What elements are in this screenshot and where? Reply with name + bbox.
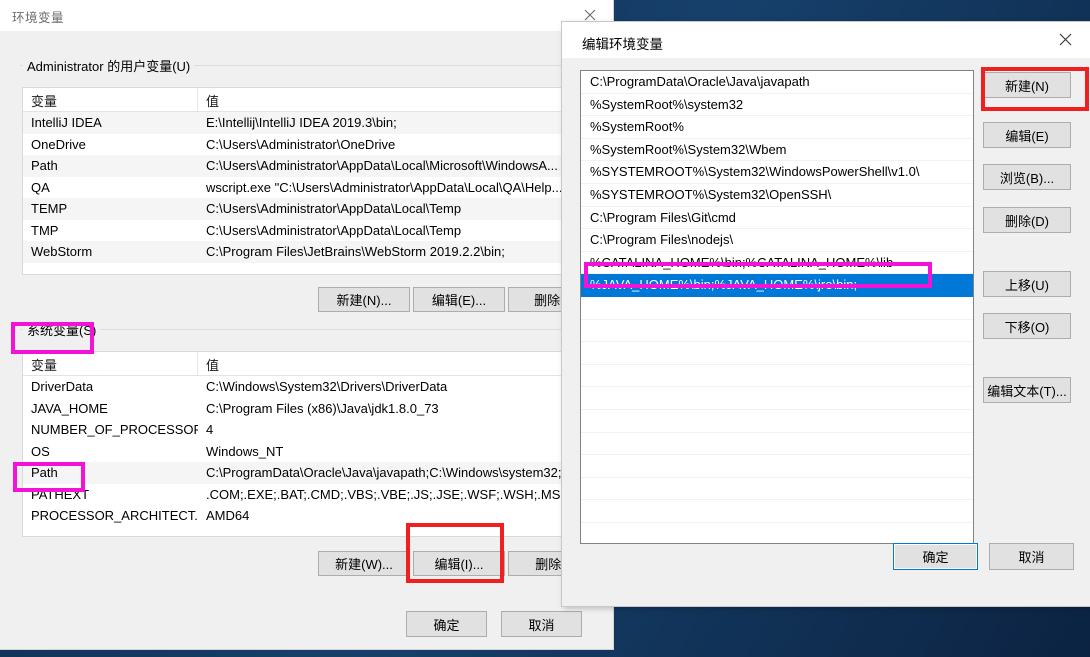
edit-ok-button[interactable]: 确定 — [893, 543, 978, 570]
variable-value-cell: C:\Program Files (x86)\Java\jdk1.8.0_73 — [206, 400, 439, 416]
variable-name-cell: PATHEXT — [31, 486, 90, 502]
list-item-empty[interactable] — [581, 433, 973, 456]
list-item-empty[interactable] — [581, 478, 973, 501]
edit-environment-variable-dialog: 编辑环境变量 C:\ProgramData\Oracle\Java\javapa… — [562, 22, 1090, 606]
user-table-header: 变量 值 — [23, 88, 579, 112]
variable-name-cell: OS — [31, 443, 50, 459]
variable-value-cell: C:\Users\Administrator\OneDrive — [206, 136, 396, 152]
variable-value-cell: .COM;.EXE;.BAT;.CMD;.VBS;.VBE;.JS;.JSE;.… — [206, 486, 570, 502]
list-item[interactable]: %SYSTEMROOT%\System32\WindowsPowerShell\… — [581, 161, 973, 184]
entry-edit-text-button[interactable]: 编辑文本(T)... — [983, 377, 1071, 403]
variable-name-cell: TEMP — [31, 201, 68, 217]
variable-name-cell: NUMBER_OF_PROCESSORS — [31, 422, 198, 438]
system-col-value: 值 — [206, 358, 220, 373]
main-client-area: Administrator 的用户变量(U) 变量 值 IntelliJ IDE… — [0, 31, 613, 649]
table-row[interactable]: IntelliJ IDEA E:\Intellij\IntelliJ IDEA 2… — [23, 112, 579, 134]
list-item-empty[interactable] — [581, 455, 973, 478]
table-row[interactable]: Path C:\ProgramData\Oracle\Java\javapath;… — [23, 462, 579, 484]
variable-name-cell: TMP — [31, 222, 59, 238]
list-item-empty[interactable] — [581, 387, 973, 410]
system-variables-group: 系统变量(S) 变量 值 DriverData C:\Windows\System… — [20, 320, 600, 601]
list-item-empty[interactable] — [581, 365, 973, 388]
variable-value-cell: C:\ProgramData\Oracle\Java\javapath;C:\W… — [206, 465, 573, 481]
variable-name-cell: WebStorm — [31, 244, 93, 260]
list-item[interactable]: C:\Program Files\Git\cmd — [581, 207, 973, 230]
main-ok-button[interactable]: 确定 — [406, 611, 487, 637]
list-item[interactable]: C:\Program Files\nodejs\ — [581, 229, 973, 252]
variable-name-cell: OneDrive — [31, 136, 86, 152]
list-item-empty[interactable] — [581, 342, 973, 365]
edit-titlebar: 编辑环境变量 — [562, 22, 1090, 58]
entry-move-down-button[interactable]: 下移(O) — [983, 313, 1071, 339]
entry-move-up-button[interactable]: 上移(U) — [983, 271, 1071, 297]
variable-value-cell: AMD64 — [206, 508, 250, 524]
main-window-title: 环境变量 — [12, 11, 65, 25]
system-variables-legend: 系统变量(S) — [23, 320, 101, 339]
table-row[interactable]: Path C:\Users\Administrator\AppData\Local… — [23, 155, 579, 177]
system-variables-table[interactable]: 变量 值 DriverData C:\Windows\System32\Drive… — [22, 351, 580, 537]
variable-value-cell: C:\Users\Administrator\AppData\Local\Tem… — [206, 201, 462, 217]
user-variables-legend: Administrator 的用户变量(U) — [23, 56, 195, 75]
entry-new-button[interactable]: 新建(N) — [983, 72, 1071, 98]
variable-value-cell: E:\Intellij\IntelliJ IDEA 2019.3\bin; — [206, 115, 397, 131]
table-row[interactable]: OS Windows_NT — [23, 441, 579, 463]
table-row[interactable]: TEMP C:\Users\Administrator\AppData\Local… — [23, 198, 579, 220]
table-row[interactable]: JAVA_HOME C:\Program Files (x86)\Java\jdk… — [23, 398, 579, 420]
list-item[interactable]: C:\ProgramData\Oracle\Java\javapath — [581, 71, 973, 94]
path-entries-list[interactable]: C:\ProgramData\Oracle\Java\javapath %Syst… — [580, 70, 974, 544]
system-table-header: 变量 值 — [23, 352, 579, 376]
list-item-empty[interactable] — [581, 410, 973, 433]
variable-value-cell: wscript.exe "C:\Users\Administrator\AppD… — [206, 179, 563, 195]
table-row[interactable]: QA wscript.exe "C:\Users\Administrator\Ap… — [23, 177, 579, 199]
variable-value-cell: C:\Program Files\JetBrains\WebStorm 2019… — [206, 244, 505, 260]
variable-value-cell: 4 — [206, 422, 214, 438]
edit-dialog-title: 编辑环境变量 — [582, 37, 663, 52]
system-new-button[interactable]: 新建(W)... — [318, 551, 410, 576]
table-row[interactable]: PROCESSOR_ARCHITECT... AMD64 — [23, 505, 579, 527]
variable-name-cell: IntelliJ IDEA — [31, 115, 102, 131]
variable-name-cell: QA — [31, 179, 50, 195]
close-icon[interactable] — [1042, 22, 1088, 56]
variable-value-cell: C:\Windows\System32\Drivers\DriverData — [206, 379, 448, 395]
table-row[interactable]: PATHEXT .COM;.EXE;.BAT;.CMD;.VBS;.VBE;.JS… — [23, 484, 579, 506]
variable-name-cell: Path — [31, 158, 58, 174]
environment-variables-window: 环境变量 Administrator 的用户变量(U) 变量 值 Intelli… — [0, 0, 613, 649]
list-item-empty[interactable] — [581, 320, 973, 343]
edit-cancel-button[interactable]: 取消 — [989, 543, 1074, 570]
table-row[interactable]: NUMBER_OF_PROCESSORS 4 — [23, 419, 579, 441]
main-titlebar: 环境变量 — [0, 0, 613, 31]
table-row[interactable]: OneDrive C:\Users\Administrator\OneDrive — [23, 134, 579, 156]
entry-edit-button[interactable]: 编辑(E) — [983, 122, 1071, 148]
list-item[interactable]: %SystemRoot% — [581, 116, 973, 139]
user-edit-button[interactable]: 编辑(E)... — [413, 287, 505, 312]
list-item[interactable]: %SystemRoot%\system32 — [581, 94, 973, 117]
variable-name-cell: DriverData — [31, 379, 94, 395]
list-item[interactable]: %SYSTEMROOT%\System32\OpenSSH\ — [581, 184, 973, 207]
user-col-name: 变量 — [23, 88, 198, 111]
table-row[interactable]: DriverData C:\Windows\System32\Drivers\Dr… — [23, 376, 579, 398]
entry-delete-button[interactable]: 删除(D) — [983, 207, 1071, 233]
list-item[interactable]: %JAVA_HOME%\bin;%JAVA_HOME%\jre\bin; — [581, 274, 973, 297]
list-item-empty[interactable] — [581, 297, 973, 320]
list-item[interactable]: %SystemRoot%\System32\Wbem — [581, 139, 973, 162]
system-edit-button[interactable]: 编辑(I)... — [413, 551, 505, 576]
table-row[interactable]: WebStorm C:\Program Files\JetBrains\WebSt… — [23, 241, 579, 263]
system-col-name: 变量 — [23, 352, 198, 375]
main-cancel-button[interactable]: 取消 — [501, 611, 582, 637]
entry-browse-button[interactable]: 浏览(B)... — [983, 164, 1071, 190]
variable-value-cell: C:\Users\Administrator\AppData\Local\Tem… — [206, 222, 462, 238]
variable-name-cell: PROCESSOR_ARCHITECT... — [31, 508, 198, 524]
variable-name-cell: Path — [31, 465, 58, 481]
user-new-button[interactable]: 新建(N)... — [318, 287, 410, 312]
variable-name-cell: JAVA_HOME — [31, 400, 108, 416]
table-row[interactable]: TMP C:\Users\Administrator\AppData\Local\… — [23, 220, 579, 242]
user-variables-table[interactable]: 变量 值 IntelliJ IDEA E:\Intellij\IntelliJ I… — [22, 87, 580, 275]
user-col-value: 值 — [206, 94, 220, 109]
variable-value-cell: Windows_NT — [206, 443, 284, 459]
user-variables-group: Administrator 的用户变量(U) 变量 值 IntelliJ IDE… — [20, 56, 600, 315]
list-item-empty[interactable] — [581, 500, 973, 523]
list-item[interactable]: %CATALINA_HOME%\bin;%CATALINA_HOME%\lib — [581, 252, 973, 275]
variable-value-cell: C:\Users\Administrator\AppData\Local\Mic… — [206, 158, 558, 174]
